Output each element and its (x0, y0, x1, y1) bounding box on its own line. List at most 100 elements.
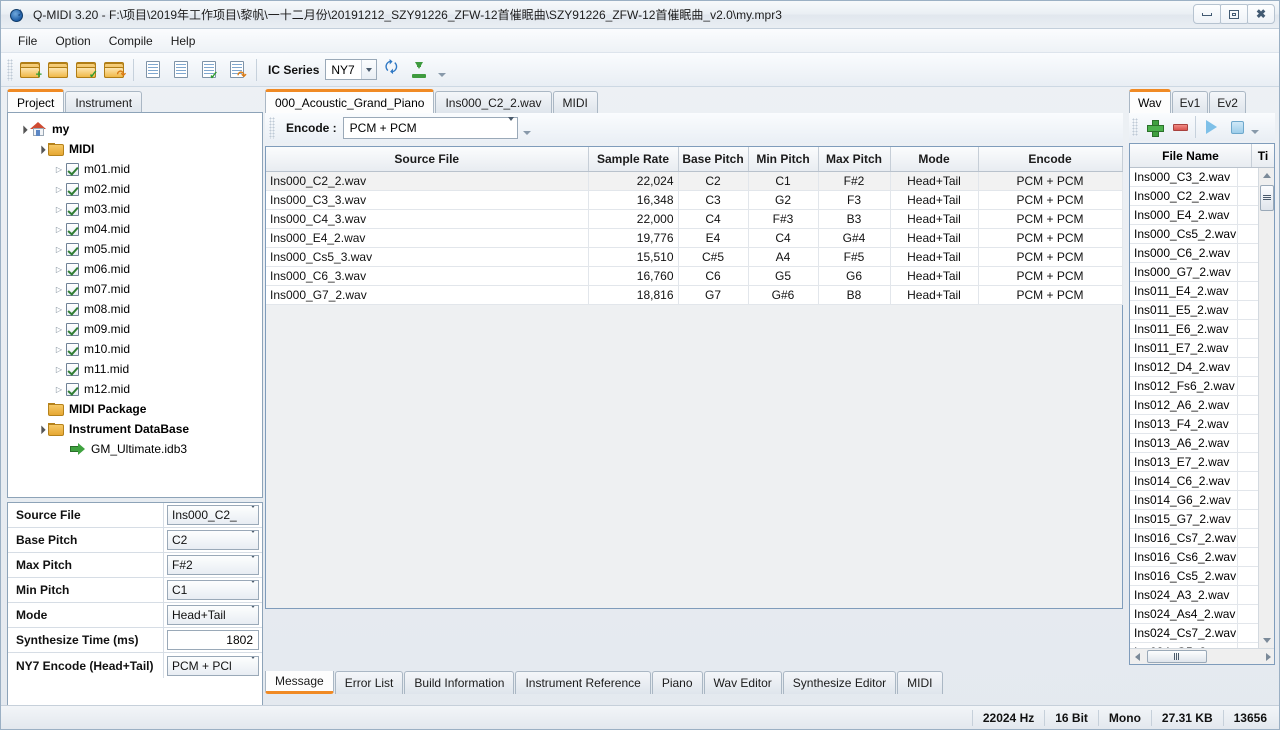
midi-file-checkbox[interactable] (66, 183, 79, 196)
expander-icon[interactable] (16, 124, 30, 134)
chevron-down-icon[interactable] (250, 558, 256, 572)
tree-node-root[interactable]: my (12, 119, 258, 139)
tree-node-midi-file[interactable]: m09.mid (12, 319, 258, 339)
table-row[interactable]: Ins000_Cs5_3.wav15,510C#5A4F#5Head+TailP… (266, 247, 1122, 266)
bottom-tab-instrument-reference[interactable]: Instrument Reference (515, 671, 650, 694)
property-select[interactable]: PCM + PCl (167, 656, 259, 676)
tree-node-midi-file[interactable]: m08.mid (12, 299, 258, 319)
wav-list-item[interactable]: Ins024_As4_2.wav (1130, 605, 1260, 624)
tree-node-midi-file[interactable]: m02.mid (12, 179, 258, 199)
wav-list-item[interactable]: Ins000_C2_2.wav (1130, 187, 1260, 206)
property-select[interactable]: Head+Tail (167, 605, 259, 625)
wav-toolbar-overflow[interactable] (1250, 117, 1259, 137)
refresh-button[interactable]: 🗘 (378, 57, 404, 83)
wav-list-item[interactable]: Ins012_D4_2.wav (1130, 358, 1260, 377)
tab-ins000-c2-2-wav[interactable]: Ins000_C2_2.wav (435, 91, 551, 113)
bottom-tab-message[interactable]: Message (265, 671, 334, 694)
encode-toolbar-grip[interactable] (269, 117, 275, 139)
stop-wav-button[interactable] (1225, 116, 1249, 138)
wav-list-item[interactable]: Ins015_G7_2.wav (1130, 510, 1260, 529)
horizontal-scroll-thumb[interactable] (1147, 650, 1207, 663)
wav-list-item[interactable]: Ins014_C6_2.wav (1130, 472, 1260, 491)
expander-icon[interactable] (52, 384, 66, 394)
wav-list-item[interactable]: Ins011_E6_2.wav (1130, 320, 1260, 339)
tab-instrument[interactable]: Instrument (65, 91, 142, 113)
export-file-button[interactable]: ↷ (224, 57, 250, 83)
wav-list-item[interactable]: Ins000_E4_2.wav (1130, 206, 1260, 225)
property-select[interactable]: Ins000_C2_ (167, 505, 259, 525)
minimize-button[interactable] (1193, 4, 1221, 24)
table-column-header[interactable]: Min Pitch (748, 147, 818, 171)
table-column-header[interactable]: Encode (978, 147, 1122, 171)
expander-icon[interactable] (52, 344, 66, 354)
tree-node-midi-file[interactable]: m04.mid (12, 219, 258, 239)
table-row[interactable]: Ins000_C4_3.wav22,000C4F#3B3Head+TailPCM… (266, 209, 1122, 228)
ic-series-select[interactable]: NY7 (325, 59, 377, 80)
encode-select[interactable]: PCM + PCM (343, 117, 518, 139)
wav-list-item[interactable]: Ins012_A6_2.wav (1130, 396, 1260, 415)
wav-list-item[interactable]: Ins000_C6_2.wav (1130, 244, 1260, 263)
chevron-down-icon[interactable] (250, 583, 256, 597)
midi-file-checkbox[interactable] (66, 243, 79, 256)
tab-project[interactable]: Project (7, 89, 64, 113)
wav-list-item[interactable]: Ins013_F4_2.wav (1130, 415, 1260, 434)
bottom-tab-wav-editor[interactable]: Wav Editor (704, 671, 782, 694)
chevron-down-icon[interactable] (250, 508, 256, 522)
midi-file-checkbox[interactable] (66, 163, 79, 176)
wav-list-item[interactable]: Ins013_E7_2.wav (1130, 453, 1260, 472)
wav-list-item[interactable]: Ins016_Cs7_2.wav (1130, 529, 1260, 548)
wav-list-item[interactable]: Ins000_C3_2.wav (1130, 168, 1260, 187)
new-file-button[interactable] (140, 57, 166, 83)
property-input[interactable]: 1802 (167, 630, 259, 650)
expander-icon[interactable] (52, 204, 66, 214)
tree-node-midi-file[interactable]: m12.mid (12, 379, 258, 399)
tab-ev2[interactable]: Ev2 (1209, 91, 1246, 113)
menu-item-compile[interactable]: Compile (100, 31, 162, 51)
wav-list-item[interactable]: Ins014_G6_2.wav (1130, 491, 1260, 510)
encode-toolbar-overflow[interactable] (522, 118, 531, 138)
tree-node-midi-file[interactable]: m01.mid (12, 159, 258, 179)
midi-file-checkbox[interactable] (66, 363, 79, 376)
tree-node-gm-ultimate[interactable]: GM_Ultimate.idb3 (12, 439, 258, 459)
wav-list-item[interactable]: Ins012_Fs6_2.wav (1130, 377, 1260, 396)
expander-icon[interactable] (52, 164, 66, 174)
tree-node-midi[interactable]: MIDI (12, 139, 258, 159)
toolbar-grip[interactable] (7, 59, 13, 81)
menu-item-file[interactable]: File (9, 31, 46, 51)
midi-file-checkbox[interactable] (66, 263, 79, 276)
expander-icon[interactable] (34, 144, 48, 154)
tab-midi[interactable]: MIDI (553, 91, 598, 113)
tab-wav[interactable]: Wav (1129, 89, 1171, 113)
table-row[interactable]: Ins000_G7_2.wav18,816G7G#6B8Head+TailPCM… (266, 285, 1122, 304)
chevron-down-icon[interactable] (508, 121, 514, 135)
table-row[interactable]: Ins000_C2_2.wav22,024C2C1F#2Head+TailPCM… (266, 171, 1122, 190)
expander-icon[interactable] (52, 284, 66, 294)
menu-item-option[interactable]: Option (46, 31, 99, 51)
chevron-down-icon[interactable] (250, 608, 256, 622)
save-project-button[interactable]: ✓ (73, 57, 99, 83)
wav-toolbar-grip[interactable] (1132, 118, 1138, 136)
midi-file-checkbox[interactable] (66, 223, 79, 236)
midi-file-checkbox[interactable] (66, 303, 79, 316)
vertical-scroll-thumb[interactable] (1260, 185, 1274, 211)
bottom-tab-piano[interactable]: Piano (652, 671, 703, 694)
property-select[interactable]: C1 (167, 580, 259, 600)
scroll-left-icon[interactable] (1130, 649, 1145, 664)
bottom-tab-midi[interactable]: MIDI (897, 671, 942, 694)
add-wav-button[interactable] (1142, 116, 1166, 138)
open-file-button[interactable] (168, 57, 194, 83)
bottom-tab-error-list[interactable]: Error List (335, 671, 404, 694)
export-project-button[interactable]: ↷ (101, 57, 127, 83)
wav-list-item[interactable]: Ins000_G7_2.wav (1130, 263, 1260, 282)
tree-node-midi-package[interactable]: MIDI Package (12, 399, 258, 419)
table-column-header[interactable]: Source File (266, 147, 588, 171)
close-button[interactable]: ✖ (1247, 4, 1275, 24)
midi-file-checkbox[interactable] (66, 323, 79, 336)
midi-file-checkbox[interactable] (66, 343, 79, 356)
expander-icon[interactable] (52, 364, 66, 374)
tree-node-midi-file[interactable]: m10.mid (12, 339, 258, 359)
property-select[interactable]: F#2 (167, 555, 259, 575)
wav-list-item[interactable]: Ins011_E7_2.wav (1130, 339, 1260, 358)
save-file-button[interactable]: ✓ (196, 57, 222, 83)
tree-node-instrument-database[interactable]: Instrument DataBase (12, 419, 258, 439)
